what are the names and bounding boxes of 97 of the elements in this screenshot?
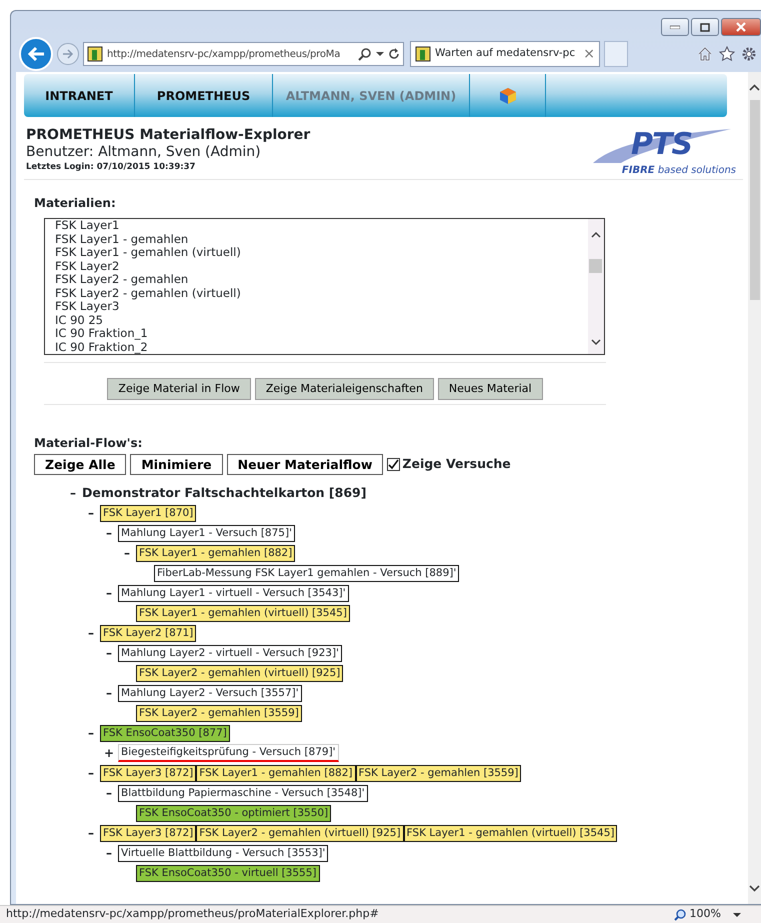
scroll-up-icon[interactable] <box>591 231 601 238</box>
section-label: Material-Flow's: <box>34 435 144 452</box>
status-url: http://medatensrv-pc/xampp/prometheus/proMaterialExplorer.php# <box>6 906 379 922</box>
scroll-down-icon[interactable] <box>591 339 601 346</box>
tree-toggle[interactable]: – <box>100 684 118 702</box>
minimize-icon <box>670 25 680 29</box>
material-node[interactable]: FSK Layer1 - gemahlen (virtuell) [3545] <box>136 604 350 622</box>
list-option[interactable]: FSK Layer2 - gemahlen <box>55 273 588 286</box>
user-text: Benutzer: Altmann, Sven (Admin) <box>26 144 262 160</box>
tree-toggle[interactable]: – <box>82 764 100 782</box>
process-node[interactable]: Mahlung Layer1 - virtuell - Versuch [3543]' <box>118 584 349 602</box>
search-icon[interactable] <box>358 47 372 61</box>
address-field[interactable]: http://medatensrv-pc/xampp/prometheus/proMa <box>83 42 404 66</box>
home-icon[interactable] <box>697 46 713 62</box>
list-option[interactable]: IC 90 25 <box>55 314 588 327</box>
material-node[interactable]: FSK Layer3 [872] <box>100 764 196 782</box>
site-icon <box>415 46 431 62</box>
tree-toggle[interactable]: – <box>64 484 82 502</box>
flow-button[interactable]: Neuer Materialflow <box>226 454 384 475</box>
tree-toggle[interactable]: – <box>100 784 118 802</box>
material-node[interactable]: FSK EnsoCoat350 - optimiert [3550] <box>136 804 332 822</box>
tree-toggle[interactable]: – <box>100 844 118 862</box>
dropdown-caret-icon[interactable] <box>376 51 384 57</box>
refresh-icon[interactable] <box>388 48 400 60</box>
process-node[interactable]: Mahlung Layer2 - Versuch [3557]' <box>118 684 302 702</box>
tree-toggle[interactable]: – <box>100 584 118 602</box>
material-node[interactable]: FSK Layer2 - gemahlen (virtuell) [925] <box>196 824 404 842</box>
list-option[interactable]: FSK Layer1 - gemahlen <box>55 232 588 246</box>
last-login-text: Letztes Login: 07/10/2015 10:39:37 <box>26 161 196 174</box>
page-title: PROMETHEUS Materialflow-Explorer <box>26 127 310 144</box>
section-label: Materialien: <box>34 195 117 212</box>
tree-toggle[interactable]: + <box>100 744 118 762</box>
material-node[interactable]: FSK Layer1 [870] <box>100 504 196 522</box>
scroll-thumb[interactable] <box>589 259 602 273</box>
tree-toggle[interactable]: – <box>82 504 100 522</box>
list-option[interactable]: FSK Layer1 - gemahlen (virtuell) <box>55 246 588 260</box>
forward-arrow-icon <box>62 49 74 59</box>
process-node[interactable]: Mahlung Layer2 - virtuell - Versuch [923]' <box>118 644 342 662</box>
close-button[interactable] <box>721 18 761 36</box>
material-node[interactable]: FSK Layer1 - gemahlen (virtuell) [3545] <box>404 824 618 842</box>
scroll-down-icon[interactable] <box>748 884 761 894</box>
tab-close-button[interactable]: × <box>583 44 595 64</box>
material-node[interactable]: FSK Layer2 [871] <box>100 624 196 642</box>
star-icon[interactable] <box>719 46 735 62</box>
material-node[interactable]: FSK EnsoCoat350 [877] <box>100 724 230 742</box>
flow-button[interactable]: Zeige Alle <box>34 454 126 475</box>
tree-toggle[interactable]: – <box>82 724 100 742</box>
material-node[interactable]: FSK Layer1 - gemahlen [882] <box>136 544 296 562</box>
browser-tab[interactable]: Warten auf medatensrv-pc × <box>410 41 600 67</box>
nav-link[interactable]: PROMETHEUS <box>135 74 273 117</box>
material-button[interactable]: Zeige Materialeigenschaften <box>254 378 434 400</box>
material-node[interactable]: FSK Layer2 - gemahlen [3559] <box>356 764 522 782</box>
process-node[interactable]: Mahlung Layer1 - Versuch [875]' <box>118 524 295 542</box>
material-button[interactable]: Zeige Material in Flow <box>107 378 251 400</box>
logo-text: PTS <box>631 127 692 162</box>
list-option[interactable]: FSK Layer2 <box>55 260 588 273</box>
flow-title: Demonstrator Faltschachtelkarton [869] <box>82 484 366 502</box>
material-node[interactable]: FSK Layer1 - gemahlen [882] <box>196 764 356 782</box>
list-option[interactable]: FSK Layer3 <box>55 300 588 314</box>
back-arrow-icon <box>27 46 45 62</box>
list-option[interactable]: IC 90 Fraktion_2 <box>55 340 588 354</box>
process-node[interactable]: Virtuelle Blattbildung - Versuch [3553]' <box>118 844 328 862</box>
nav-link[interactable]: INTRANET <box>24 74 135 117</box>
site-icon <box>87 46 103 62</box>
list-option[interactable]: FSK Layer2 - gemahlen (virtuell) <box>55 286 588 300</box>
zoom-level[interactable]: 100% <box>690 906 721 923</box>
scroll-thumb[interactable] <box>750 100 760 300</box>
tree-toggle[interactable]: – <box>100 644 118 662</box>
material-node[interactable]: FSK EnsoCoat350 - virtuell [3555] <box>136 864 320 882</box>
zoom-icon <box>674 908 686 920</box>
checkbox-label: Zeige Versuche <box>402 455 511 474</box>
material-node[interactable]: FSK Layer2 - gemahlen (virtuell) [925] <box>136 664 344 682</box>
back-button[interactable] <box>19 37 53 71</box>
tree-toggle[interactable]: – <box>100 524 118 542</box>
tree-toggle[interactable]: – <box>82 824 100 842</box>
flow-button[interactable]: Minimiere <box>130 454 223 475</box>
materials-listbox[interactable]: FSK Layer1 FSK Layer1 - gemahlen FSK Layer1 - gemahlen (virtuell) FSK Layer2 FSK Layer2 - gemahlen FSK Layer2 - gemahlen (virtuell) FSK Layer3 IC 90 25 IC 90 Fraktion_1 IC 90 Fraktion_2 <box>44 218 605 355</box>
scroll-up-icon[interactable] <box>748 82 761 92</box>
maximize-button[interactable] <box>691 18 719 36</box>
material-node[interactable]: FSK Layer3 [872] <box>100 824 196 842</box>
material-node[interactable]: FSK Layer2 - gemahlen [3559] <box>136 704 302 722</box>
maximize-icon <box>700 22 710 32</box>
material-button[interactable]: Neues Material <box>438 378 543 400</box>
process-node[interactable]: FiberLab-Messung FSK Layer1 gemahlen - Versuch [889]' <box>154 564 460 582</box>
cube-icon[interactable] <box>498 86 516 104</box>
logo-tagline: FIBRE based solutions <box>622 164 736 178</box>
list-option[interactable]: IC 90 Fraktion_1 <box>55 327 588 340</box>
close-icon <box>736 22 746 32</box>
minimize-button[interactable] <box>661 18 689 36</box>
tree-toggle[interactable]: – <box>82 624 100 642</box>
process-node[interactable]: Biegesteifigkeitsprüfung - Versuch [879]' <box>118 744 339 762</box>
process-node[interactable]: Blattbildung Papiermaschine - Versuch [3548]' <box>118 784 368 802</box>
settings-icon[interactable] <box>741 46 757 62</box>
checkbox[interactable] <box>387 458 400 471</box>
list-option[interactable]: FSK Layer1 <box>55 219 588 232</box>
tree-toggle[interactable]: – <box>118 544 136 562</box>
dropdown-caret-icon[interactable] <box>733 912 741 918</box>
